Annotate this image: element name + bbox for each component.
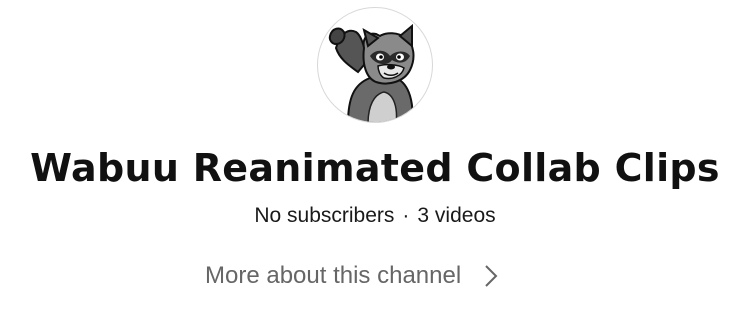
channel-title: Wabuu Reanimated Collab Clips (30, 146, 720, 190)
video-count: 3 videos (417, 204, 496, 227)
more-about-channel-link[interactable]: More about this channel (205, 256, 499, 296)
channel-avatar[interactable] (317, 7, 433, 123)
more-about-channel-label: More about this channel (205, 262, 462, 289)
raccoon-avatar-image (328, 23, 415, 122)
stats-separator: · (402, 204, 410, 227)
subscriber-count: No subscribers (254, 204, 395, 227)
chevron-right-icon (483, 263, 499, 289)
channel-stats: No subscribers · 3 videos (0, 200, 750, 232)
